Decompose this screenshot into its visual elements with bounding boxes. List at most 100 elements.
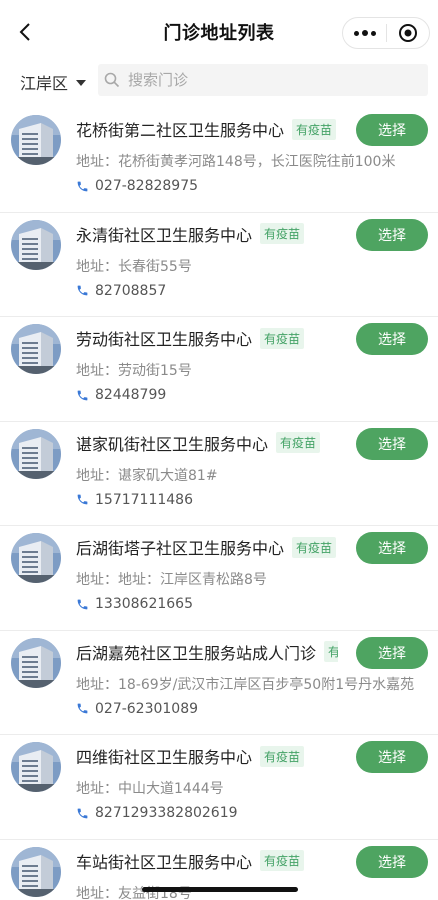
district-dropdown[interactable]: 江岸区: [20, 68, 87, 96]
clinic-title-row: 四维街社区卫生服务中心 有疫苗: [76, 745, 338, 767]
address-value: 长春街55号: [118, 258, 192, 275]
clinic-list-item: 谌家矶街社区卫生服务中心 有疫苗 地址：谌家矶大道81# 15717111486…: [0, 422, 438, 526]
clinic-building-photo: [11, 846, 61, 897]
clinic-title-row: 后湖嘉苑社区卫生服务站成人门诊 有疫苗: [76, 641, 338, 663]
clinic-phone[interactable]: 82448799: [76, 387, 166, 403]
filter-bar: 江岸区: [0, 64, 438, 104]
vaccine-available-badge: 有疫苗: [292, 536, 337, 558]
select-button[interactable]: 选择: [356, 532, 428, 564]
vaccine-available-badge: 有疫苗: [276, 432, 321, 453]
clinic-building-photo: [11, 533, 61, 583]
vaccine-available-badge: 有疫苗: [260, 223, 305, 244]
clinic-phone[interactable]: 027-62301089: [76, 701, 198, 717]
clinic-address: 地址：劳动街15号: [76, 360, 426, 380]
select-button[interactable]: 选择: [356, 218, 428, 251]
clinic-phone[interactable]: 027-82828975: [76, 178, 198, 194]
navigation-bar: 门诊地址列表: [0, 0, 438, 64]
vaccine-available-badge: 有疫苗: [260, 745, 305, 767]
clinic-name: 后湖街塔子社区卫生服务中心: [76, 539, 285, 558]
clinic-address: 地址：中山大道1444号: [76, 778, 426, 798]
clinic-title-row: 谌家矶街社区卫生服务中心 有疫苗: [76, 432, 338, 454]
miniprogram-capsule: [342, 17, 430, 49]
phone-number: 82448799: [95, 387, 167, 403]
select-button[interactable]: 选择: [356, 323, 428, 355]
phone-icon: [77, 285, 88, 296]
phone-number: 82708857: [95, 282, 167, 299]
address-prefix: 地址：: [76, 781, 118, 797]
clinic-name: 永清街社区卫生服务中心: [76, 225, 253, 245]
phone-icon: [77, 599, 88, 609]
clinic-phone[interactable]: 8271293382802619: [76, 805, 238, 821]
home-indicator: [142, 887, 298, 892]
select-button[interactable]: 选择: [356, 845, 428, 878]
clinic-building-photo: [11, 324, 61, 374]
clinic-phone[interactable]: 13308621665: [76, 596, 193, 612]
clinic-title-row: 花桥街第二社区卫生服务中心 有疫苗: [76, 118, 338, 140]
phone-icon: [77, 808, 88, 818]
address-prefix: 地址：: [76, 258, 118, 275]
address-prefix: 地址：: [76, 572, 118, 588]
clinic-title-row: 劳动街社区卫生服务中心 有疫苗: [76, 327, 338, 349]
phone-icon: [77, 181, 88, 191]
clinic-phone[interactable]: 15717111486: [76, 492, 193, 508]
caret-down-icon: [76, 80, 87, 86]
clinic-address: 地址：18-69岁/武汉市江岸区百步亭50附1号丹水嘉苑: [76, 674, 426, 694]
page-title: 门诊地址列表: [163, 23, 275, 44]
clinic-name: 四维街社区卫生服务中心: [76, 748, 253, 767]
select-button[interactable]: 选择: [356, 636, 428, 669]
clinic-building-photo: [11, 742, 61, 792]
clinic-title-row: 永清街社区卫生服务中心 有疫苗: [76, 223, 338, 245]
district-label: 江岸区: [20, 74, 69, 93]
clinic-name: 劳动街社区卫生服务中心: [76, 330, 253, 349]
search-input[interactable]: [128, 71, 408, 89]
phone-number: 13308621665: [95, 596, 193, 612]
address-value: 花桥街黄孝河路148号，长江医院往前100米: [118, 154, 396, 170]
clinic-title-row: 车站街社区卫生服务中心 有疫苗: [76, 850, 338, 872]
search-box[interactable]: [98, 64, 428, 96]
clinic-list-item: 后湖街塔子社区卫生服务中心 有疫苗 地址：地址：江岸区青松路8号 1330862…: [0, 526, 438, 631]
clinic-address: 地址：谌家矶大道81#: [76, 465, 426, 485]
clinic-list-item: 花桥街第二社区卫生服务中心 有疫苗 地址：花桥街黄孝河路148号，长江医院往前1…: [0, 108, 438, 213]
address-value: 中山大道1444号: [118, 781, 224, 797]
clinic-name: 车站街社区卫生服务中心: [76, 852, 253, 872]
vaccine-available-badge: 有疫苗: [324, 641, 338, 662]
clinic-address: 地址：长春街55号: [76, 256, 426, 276]
clinic-name: 花桥街第二社区卫生服务中心: [76, 121, 285, 140]
vaccine-available-badge: 有疫苗: [260, 850, 305, 871]
phone-number: 8271293382802619: [95, 805, 238, 821]
clinic-list-item: 永清街社区卫生服务中心 有疫苗 地址：长春街55号 82708857 选择: [0, 213, 438, 317]
clinic-list-item: 四维街社区卫生服务中心 有疫苗 地址：中山大道1444号 82712933828…: [0, 735, 438, 840]
clinic-building-photo: [11, 428, 61, 479]
clinic-phone[interactable]: 82708857: [76, 283, 166, 299]
phone-icon: [77, 703, 88, 714]
select-button[interactable]: 选择: [356, 427, 428, 460]
select-button[interactable]: 选择: [356, 114, 428, 146]
clinic-list-item: 劳动街社区卫生服务中心 有疫苗 地址：劳动街15号 82448799 选择: [0, 317, 438, 422]
clinic-building-photo: [11, 115, 61, 165]
clinic-name: 谌家矶街社区卫生服务中心: [76, 434, 269, 454]
clinic-title-row: 后湖街塔子社区卫生服务中心 有疫苗: [76, 536, 338, 558]
clinic-list-item: 后湖嘉苑社区卫生服务站成人门诊 有疫苗 地址：18-69岁/武汉市江岸区百步亭5…: [0, 631, 438, 735]
clinic-address: 地址：花桥街黄孝河路148号，长江医院往前100米: [76, 151, 426, 171]
phone-number: 027-82828975: [95, 178, 199, 194]
clinic-address: 地址：地址：江岸区青松路8号: [76, 569, 426, 589]
address-value: 地址：江岸区青松路8号: [118, 572, 267, 588]
vaccine-available-badge: 有疫苗: [260, 327, 305, 349]
address-prefix: 地址：: [76, 363, 118, 379]
select-button[interactable]: 选择: [356, 741, 428, 773]
close-miniprogram-icon[interactable]: [387, 18, 429, 48]
clinic-name: 后湖嘉苑社区卫生服务站成人门诊: [76, 643, 317, 663]
phone-icon: [77, 494, 88, 505]
phone-number: 027-62301089: [95, 700, 199, 717]
more-options-icon[interactable]: [343, 18, 386, 48]
address-value: 劳动街15号: [118, 363, 192, 379]
phone-number: 15717111486: [95, 491, 193, 508]
address-prefix: 地址：: [76, 676, 118, 693]
phone-icon: [77, 390, 88, 400]
clinic-list: 花桥街第二社区卫生服务中心 有疫苗 地址：花桥街黄孝河路148号，长江医院往前1…: [0, 108, 438, 900]
vaccine-available-badge: 有疫苗: [292, 118, 337, 140]
address-prefix: 地址：: [76, 467, 118, 484]
address-prefix: 地址：: [76, 885, 118, 900]
back-arrow-icon[interactable]: [14, 20, 38, 44]
address-value: 18-69岁/武汉市江岸区百步亭50附1号丹水嘉苑: [118, 676, 415, 693]
